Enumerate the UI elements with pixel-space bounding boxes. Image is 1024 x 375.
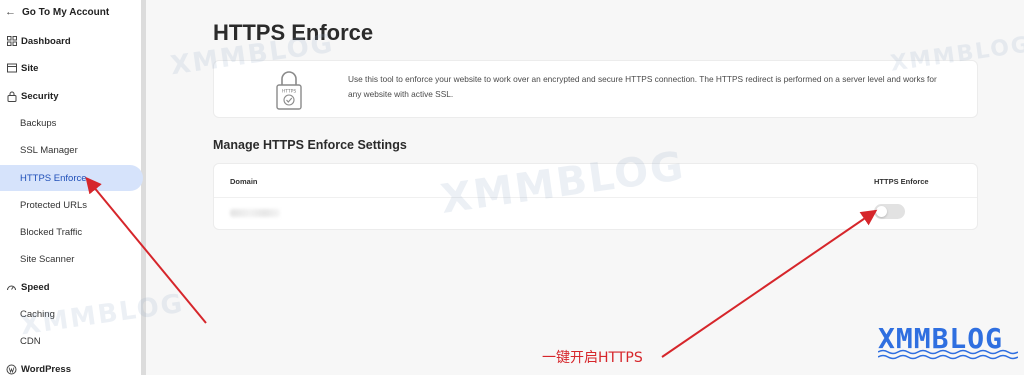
sidebar-item-cdn[interactable]: CDN: [0, 328, 141, 354]
sidebar-item-label: Site: [21, 62, 39, 74]
settings-title: Manage HTTPS Enforce Settings: [213, 138, 407, 152]
go-to-account-link[interactable]: ← Go To My Account: [5, 4, 109, 20]
sidebar-item-label: Security: [21, 90, 59, 102]
sidebar-item-label: Dashboard: [21, 35, 71, 47]
sidebar-item-label: SSL Manager: [20, 144, 78, 156]
sidebar-item-https-enforce[interactable]: HTTPS Enforce: [0, 165, 143, 191]
lock-icon: [6, 91, 17, 102]
sidebar-item-blocked-traffic[interactable]: Blocked Traffic: [0, 219, 141, 245]
https-enforce-toggle[interactable]: [874, 204, 905, 219]
info-description: Use this tool to enforce your website to…: [348, 74, 937, 99]
grid-icon: [6, 36, 17, 47]
sidebar-item-ssl-manager[interactable]: SSL Manager: [0, 137, 141, 163]
sidebar-item-label: Speed: [21, 281, 50, 293]
sidebar-item-label: Site Scanner: [20, 253, 75, 265]
sidebar-item-wordpress[interactable]: WordPress: [0, 356, 141, 375]
sidebar: ← Go To My Account Dashboard Site Securi…: [0, 0, 146, 375]
info-card: HTTPS Use this tool to enforce your webs…: [213, 60, 978, 118]
sidebar-item-security[interactable]: Security: [0, 83, 141, 109]
wordpress-icon: [6, 364, 17, 375]
xmmblog-logo: XMMBLOG: [878, 324, 1018, 364]
sidebar-item-label: Backups: [20, 117, 57, 129]
sidebar-item-label: HTTPS Enforce: [20, 172, 87, 184]
toggle-knob: [876, 206, 887, 217]
column-header-https-enforce: HTTPS Enforce: [874, 177, 929, 186]
https-lock-label: HTTPS: [282, 89, 297, 95]
sidebar-item-label: Blocked Traffic: [20, 226, 83, 238]
sidebar-item-label: WordPress: [21, 363, 71, 375]
divider: [214, 197, 977, 198]
sidebar-item-speed[interactable]: Speed: [0, 274, 141, 300]
sidebar-item-site-scanner[interactable]: Site Scanner: [0, 246, 141, 272]
arrow-left-icon: ←: [5, 6, 16, 18]
sidebar-item-caching[interactable]: Caching: [0, 301, 141, 327]
domain-name-redacted: [230, 209, 280, 217]
speed-icon: [6, 282, 17, 293]
settings-table: Domain HTTPS Enforce: [213, 163, 978, 230]
sidebar-item-backups[interactable]: Backups: [0, 110, 141, 136]
wave-icon: [878, 349, 1018, 360]
annotation-text: 一键开启HTTPS: [542, 350, 643, 366]
sidebar-item-protected-urls[interactable]: Protected URLs: [0, 192, 141, 218]
page-title: HTTPS Enforce: [213, 20, 374, 45]
sidebar-item-label: Caching: [20, 308, 55, 320]
sidebar-item-dashboard[interactable]: Dashboard: [0, 28, 141, 54]
sidebar-item-label: Protected URLs: [20, 199, 88, 211]
sidebar-item-label: CDN: [20, 335, 41, 347]
column-header-domain: Domain: [230, 177, 258, 186]
site-icon: [6, 63, 17, 74]
https-lock-icon: HTTPS: [274, 69, 304, 116]
sidebar-item-site[interactable]: Site: [0, 55, 141, 81]
arrow-to-toggle: [661, 209, 878, 358]
go-to-account-label: Go To My Account: [22, 6, 110, 18]
